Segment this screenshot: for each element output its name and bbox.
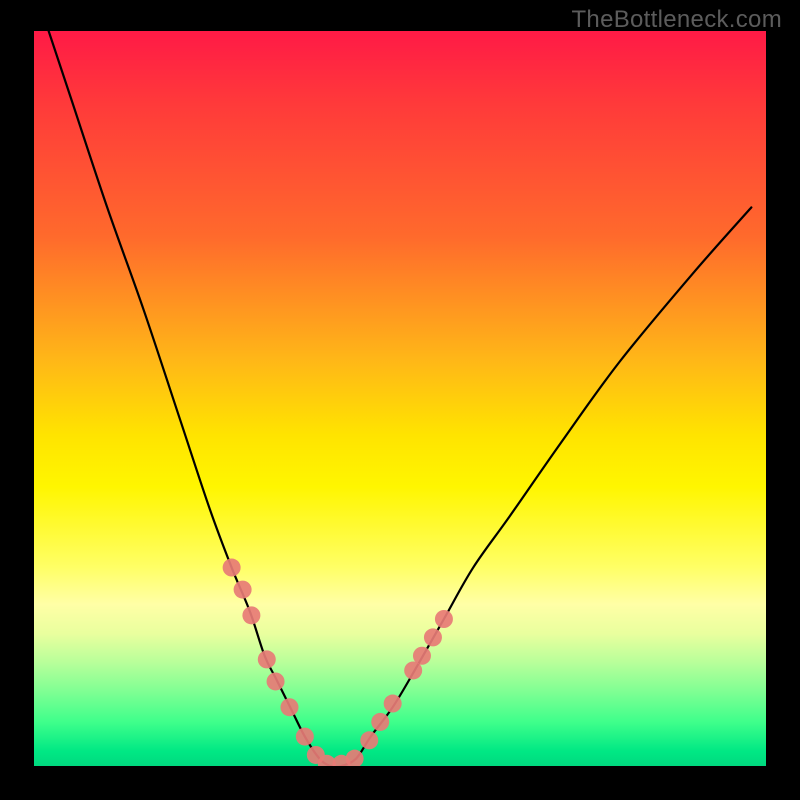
marker-dot: [384, 695, 402, 713]
chart-svg: [34, 31, 766, 766]
plot-area: [34, 31, 766, 766]
bottleneck-curve: [49, 31, 752, 766]
marker-dot: [371, 713, 389, 731]
marker-dot: [234, 581, 252, 599]
marker-dot: [435, 610, 453, 628]
marker-dot: [258, 650, 276, 668]
marker-dot: [280, 698, 298, 716]
outer-frame: TheBottleneck.com: [0, 0, 800, 800]
watermark-text: TheBottleneck.com: [571, 6, 782, 34]
marker-dot: [267, 672, 285, 690]
marker-dot: [296, 728, 314, 746]
marker-dot: [413, 647, 431, 665]
marker-dot: [360, 731, 378, 749]
marker-dot: [223, 559, 241, 577]
marker-dot: [424, 628, 442, 646]
highlight-markers: [223, 559, 453, 766]
marker-dot: [242, 606, 260, 624]
